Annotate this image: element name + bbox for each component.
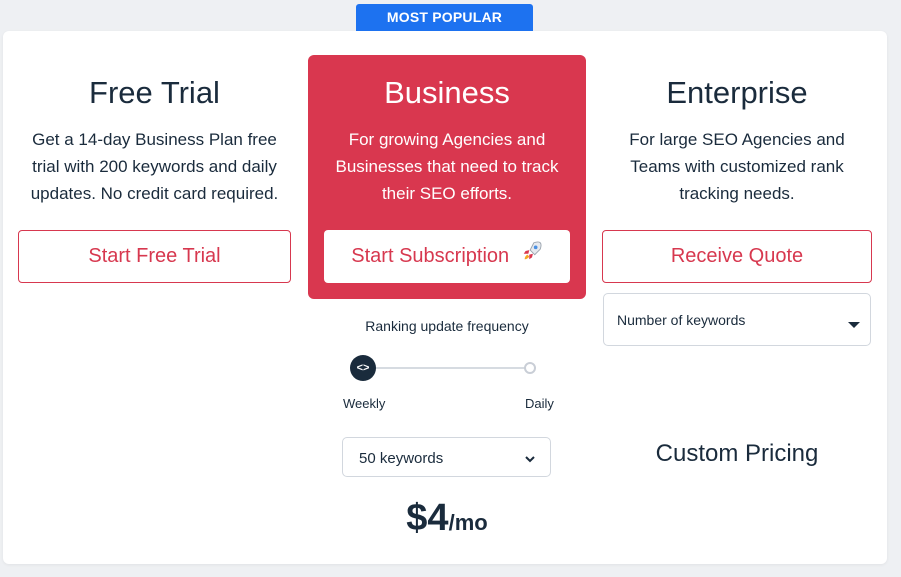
frequency-slider-handle[interactable]: <> xyxy=(350,355,376,381)
rocket-icon xyxy=(521,230,543,283)
plan-description: Get a 14-day Business Plan free trial wi… xyxy=(30,130,279,203)
plan-title: Enterprise xyxy=(666,75,808,110)
button-label: Start Subscription xyxy=(351,245,510,267)
price-amount: $4 xyxy=(406,497,449,539)
most-popular-badge: MOST POPULAR xyxy=(356,4,533,31)
plan-title: Free Trial xyxy=(89,75,220,110)
price-period: /mo xyxy=(448,510,488,535)
keywords-select-placeholder: Number of keywords xyxy=(617,312,746,328)
caret-down-icon xyxy=(848,316,860,333)
frequency-slider-track[interactable] xyxy=(362,367,530,369)
frequency-option-weekly[interactable]: Weekly xyxy=(343,396,385,411)
custom-pricing: Custom Pricing xyxy=(655,440,819,467)
plan-description: For growing Agencies and Businesses that… xyxy=(335,130,559,203)
keywords-select[interactable]: 50 keywords xyxy=(342,437,551,477)
frequency-slider-daily-stop[interactable] xyxy=(524,362,536,374)
business-plan: Business For growing Agencies and Busine… xyxy=(308,55,586,299)
start-free-trial-button[interactable]: Start Free Trial xyxy=(18,230,291,283)
price: $4/mo xyxy=(308,497,586,540)
receive-quote-button[interactable]: Receive Quote xyxy=(602,230,872,283)
plan-description: For large SEO Agencies and Teams with cu… xyxy=(629,130,845,203)
plan-title: Business xyxy=(384,75,510,110)
free-trial-plan: Free Trial Get a 14-day Business Plan fr… xyxy=(18,55,291,207)
keywords-select-value: 50 keywords xyxy=(359,450,444,467)
chevron-down-icon xyxy=(524,452,536,469)
frequency-label: Ranking update frequency xyxy=(365,318,529,334)
enterprise-plan: Enterprise For large SEO Agencies and Te… xyxy=(602,55,872,207)
number-of-keywords-select[interactable]: Number of keywords xyxy=(603,293,871,346)
frequency-option-daily[interactable]: Daily xyxy=(525,396,554,411)
start-subscription-button[interactable]: Start Subscription xyxy=(324,230,570,283)
